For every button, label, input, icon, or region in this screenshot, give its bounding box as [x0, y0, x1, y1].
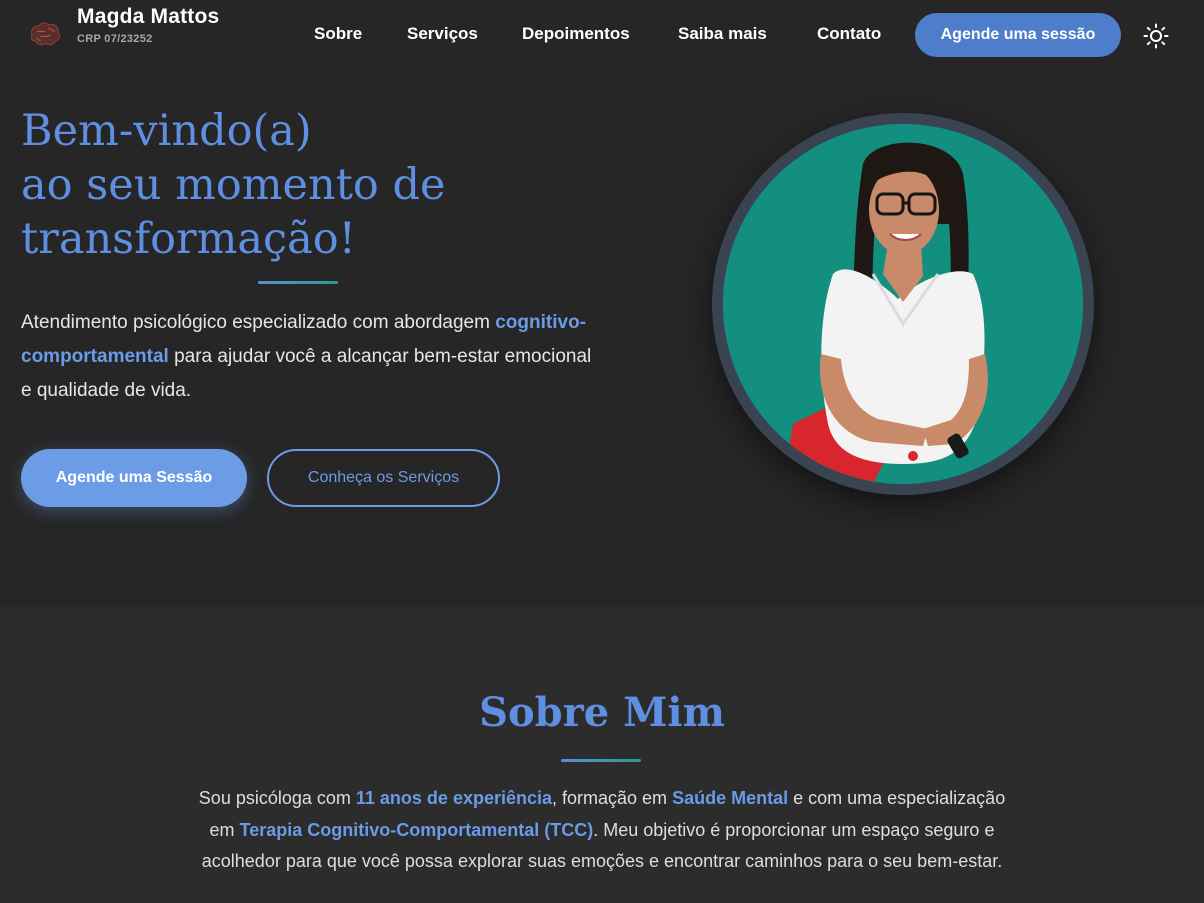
nav-link-servicos[interactable]: Serviços [407, 24, 478, 44]
about-title: Sobre Mim [479, 689, 725, 736]
therapist-portrait [723, 124, 1083, 484]
hero-divider [258, 281, 338, 284]
hero-title-line-2: ao seu momento de [21, 160, 446, 210]
nav-link-contato[interactable]: Contato [817, 24, 881, 44]
about-text-1: Sou psicóloga com [198, 788, 356, 808]
brain-logo-icon[interactable] [28, 20, 62, 48]
nav-link-depoimentos[interactable]: Depoimentos [522, 24, 630, 44]
view-services-button[interactable]: Conheça os Serviços [267, 449, 500, 507]
about-highlight-experience: 11 anos de experiência [355, 788, 553, 808]
hero-section: Bem-vindo(a) ao seu momento de transform… [0, 70, 1204, 607]
about-highlight-mental-health: Saúde Mental [672, 788, 789, 808]
schedule-session-nav-button[interactable]: Agende uma sessão [915, 13, 1121, 57]
portrait-illustration [723, 124, 1083, 484]
hero-intro: Atendimento psicológico especializado co… [21, 306, 601, 408]
sun-icon[interactable] [1143, 23, 1169, 49]
about-text-2: , formação em [552, 788, 673, 808]
about-section: Sobre Mim Sou psicóloga com 11 anos de e… [0, 607, 1204, 903]
schedule-session-button[interactable]: Agende uma Sessão [21, 449, 247, 507]
hero-intro-text-start: Atendimento psicológico especializado co… [21, 312, 496, 333]
about-divider [561, 759, 641, 762]
hero-title: Bem-vindo(a) ao seu momento de transform… [21, 104, 581, 266]
brand-name[interactable]: Magda Mattos [77, 5, 219, 29]
site-header: Magda Mattos CRP 07/23252 Sobre Serviços… [0, 0, 1204, 70]
nav-link-sobre[interactable]: Sobre [314, 24, 362, 44]
about-highlight-tcc: Terapia Cognitivo-Comportamental (TCC) [239, 819, 594, 840]
hero-title-line-3: transformação! [21, 214, 356, 264]
hero-title-line-1: Bem-vindo(a) [21, 106, 312, 156]
about-text: Sou psicóloga com 11 anos de experiência… [190, 783, 1014, 878]
brand-crp: CRP 07/23252 [77, 33, 153, 45]
nav-link-saiba-mais[interactable]: Saiba mais [678, 24, 767, 44]
portrait-frame [712, 113, 1094, 495]
